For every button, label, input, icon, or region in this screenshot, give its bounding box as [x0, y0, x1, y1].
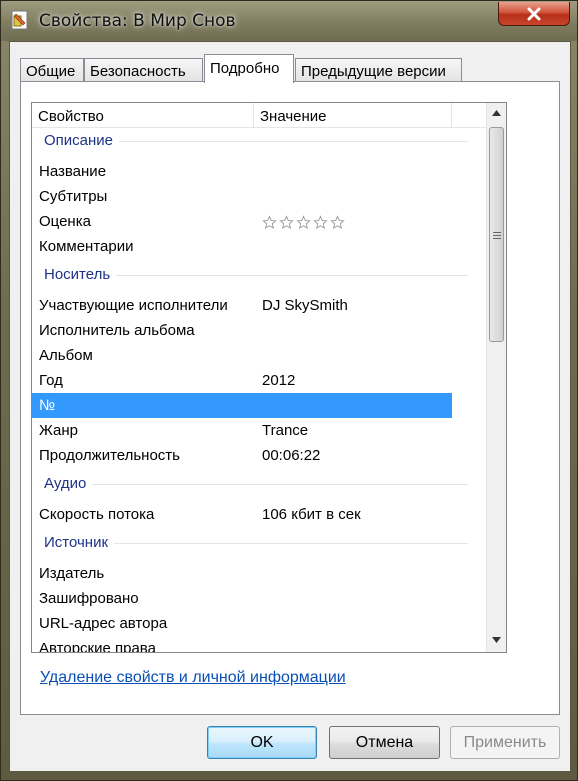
properties-window: Свойства: В Мир Снов Общие Безопасность … — [0, 0, 578, 781]
list-item[interactable]: Альбом — [32, 343, 486, 368]
scroll-down-button[interactable] — [487, 631, 506, 649]
remove-properties-link[interactable]: Удаление свойств и личной информации — [40, 669, 346, 687]
rating-stars[interactable] — [262, 215, 345, 230]
group-header-audio[interactable]: Аудио — [32, 470, 486, 502]
tab-security[interactable]: Безопасность — [84, 58, 203, 82]
property-name: URL-адрес автора — [39, 615, 168, 632]
property-name: Зашифровано — [39, 590, 139, 607]
property-name: Альбом — [39, 347, 93, 364]
group-divider — [44, 484, 468, 485]
property-name: Продолжительность — [39, 447, 180, 464]
list-item[interactable]: Субтитры — [32, 184, 486, 209]
property-name: Участвующие исполнители — [39, 297, 228, 314]
group-label: Описание — [44, 132, 120, 149]
list-rows: Описание Название Субтитры Оценка Коммен… — [32, 127, 486, 653]
star-icon[interactable] — [296, 215, 311, 230]
list-item[interactable]: Скорость потока 106 кбит в сек — [32, 502, 486, 527]
list-item[interactable]: Продолжительность 00:06:22 — [32, 443, 486, 468]
group-header-media[interactable]: Носитель — [32, 261, 486, 293]
property-name: Субтитры — [39, 188, 108, 205]
list-item[interactable]: Оценка — [32, 209, 486, 234]
property-name: № — [39, 397, 56, 414]
list-item-selected[interactable]: № — [32, 393, 452, 418]
group-label: Аудио — [44, 475, 93, 492]
property-value: 00:06:22 — [262, 447, 321, 464]
list-item[interactable]: URL-адрес автора — [32, 611, 486, 636]
property-value: 2012 — [262, 372, 296, 389]
column-header-value[interactable]: Значение — [254, 103, 452, 127]
close-button[interactable] — [498, 2, 570, 26]
tab-previous-versions[interactable]: Предыдущие версии — [295, 58, 462, 82]
list-item[interactable]: Название — [32, 159, 486, 184]
vertical-scrollbar[interactable] — [486, 103, 506, 652]
cancel-button[interactable]: Отмена — [329, 726, 440, 759]
close-icon — [527, 7, 541, 20]
file-icon — [11, 10, 29, 30]
list-header: Свойство Значение — [32, 103, 486, 128]
star-icon[interactable] — [262, 215, 277, 230]
grip-icon — [493, 232, 501, 240]
property-name: Год — [39, 372, 63, 389]
list-item[interactable]: Зашифровано — [32, 586, 486, 611]
list-item[interactable]: Год 2012 — [32, 368, 486, 393]
list-item[interactable]: Издатель — [32, 561, 486, 586]
property-name: Авторские права — [39, 640, 156, 653]
property-value: DJ SkySmith — [262, 297, 348, 314]
list-item[interactable]: Авторские права — [32, 636, 486, 653]
ok-button[interactable]: OK — [207, 726, 317, 759]
list-item[interactable]: Участвующие исполнители DJ SkySmith — [32, 293, 486, 318]
property-value: 106 кбит в сек — [262, 506, 361, 523]
title-bar[interactable]: Свойства: В Мир Снов — [1, 1, 577, 41]
group-header-description[interactable]: Описание — [32, 127, 486, 159]
property-name: Жанр — [39, 422, 78, 439]
tab-details[interactable]: Подробно — [204, 54, 294, 83]
property-value: Trance — [262, 422, 309, 439]
property-name: Комментарии — [39, 238, 134, 255]
group-label: Носитель — [44, 266, 117, 283]
arrow-up-icon — [492, 110, 501, 116]
column-header-property[interactable]: Свойство — [32, 103, 254, 127]
scroll-up-button[interactable] — [487, 104, 506, 122]
list-item[interactable]: Комментарии — [32, 234, 486, 259]
star-icon[interactable] — [313, 215, 328, 230]
list-item[interactable]: Исполнитель альбома — [32, 318, 486, 343]
tab-general[interactable]: Общие — [20, 58, 84, 82]
group-label: Источник — [44, 534, 115, 551]
list-item[interactable]: Жанр Trance — [32, 418, 486, 443]
property-name: Скорость потока — [39, 506, 155, 523]
property-name: Исполнитель альбома — [39, 322, 195, 339]
property-name: Название — [39, 163, 107, 180]
properties-list[interactable]: Свойство Значение Описание Название Субт… — [31, 102, 507, 653]
star-icon[interactable] — [279, 215, 294, 230]
scroll-thumb[interactable] — [489, 127, 504, 342]
property-name: Оценка — [39, 213, 91, 230]
arrow-down-icon — [492, 637, 501, 643]
group-header-source[interactable]: Источник — [32, 529, 486, 561]
dialog-client-area: Общие Безопасность Подробно Предыдущие в… — [9, 41, 571, 772]
property-name: Издатель — [39, 565, 105, 582]
window-title: Свойства: В Мир Снов — [39, 11, 236, 31]
star-icon[interactable] — [330, 215, 345, 230]
apply-button[interactable]: Применить — [450, 726, 560, 759]
